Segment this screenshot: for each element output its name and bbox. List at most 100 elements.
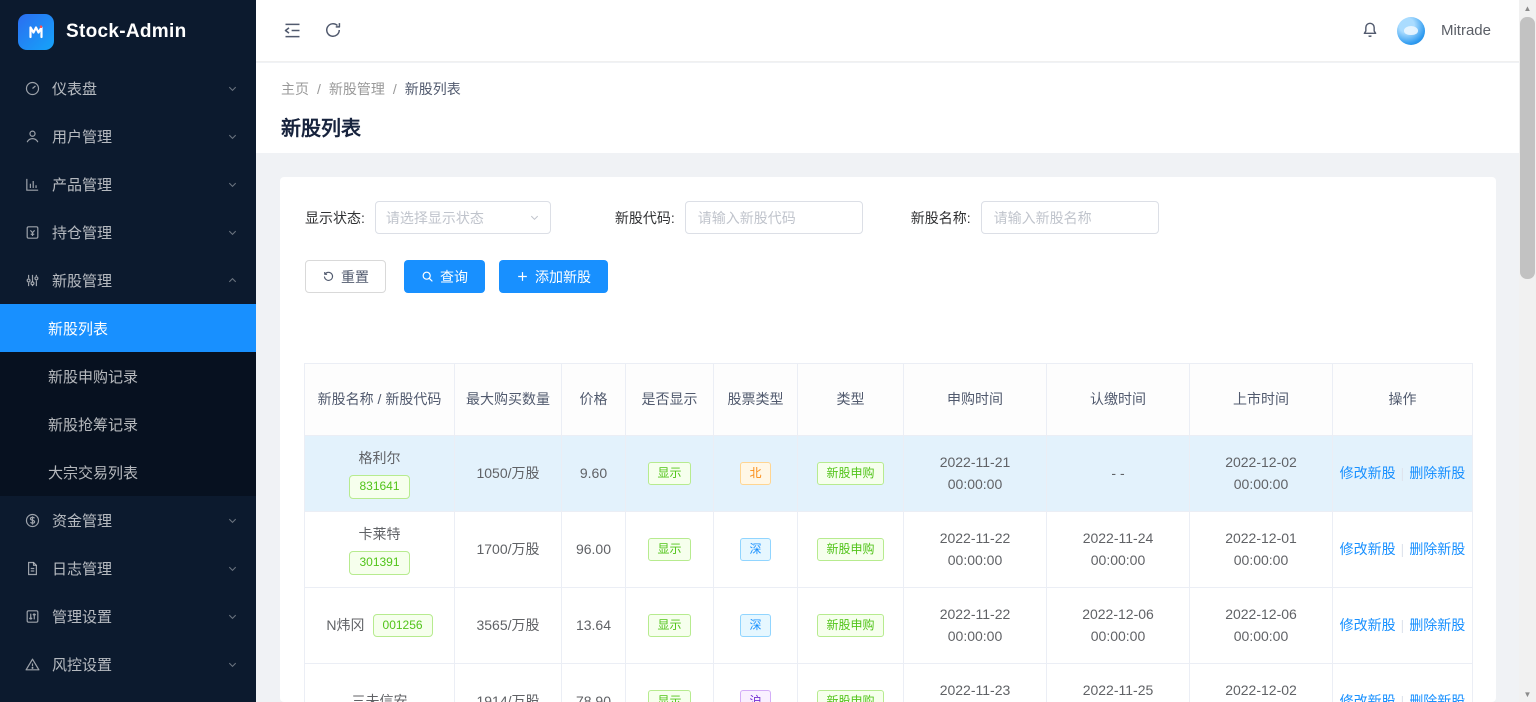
breadcrumb: 主页 / 新股管理 / 新股列表 xyxy=(281,63,1519,99)
sidebar-item-label: 持仓管理 xyxy=(52,222,227,243)
pay-time-cell: 2022-11-2400:00:00 xyxy=(1047,512,1190,588)
scroll-down-arrow-icon[interactable]: ▼ xyxy=(1519,686,1536,702)
sidebar-subitem-new-stock-list[interactable]: 新股列表 xyxy=(0,304,256,352)
apply-time-cell: 2022-11-2200:00:00 xyxy=(904,588,1047,664)
top-bar: Mitrade xyxy=(256,0,1519,62)
breadcrumb-separator: / xyxy=(317,81,321,97)
type-tag: 新股申购 xyxy=(817,462,883,486)
actions-cell: 修改新股 |删除新股 xyxy=(1333,512,1473,588)
scroll-up-arrow-icon[interactable]: ▲ xyxy=(1519,0,1536,16)
type-tag: 新股申购 xyxy=(817,614,883,638)
sidebar-item-positions[interactable]: 持仓管理 xyxy=(0,208,256,256)
sidebar-item-products[interactable]: 产品管理 xyxy=(0,160,256,208)
sidebar-subitem-subscribe-records[interactable]: 新股申购记录 xyxy=(0,352,256,400)
sidebar-item-label: 新股管理 xyxy=(52,270,227,291)
status-select[interactable]: 请选择显示状态 xyxy=(375,201,551,234)
sidebar-item-label: 用户管理 xyxy=(52,126,227,147)
price-cell: 96.00 xyxy=(562,512,626,588)
sidebar-item-label: 产品管理 xyxy=(52,174,227,195)
stock-name: 三未信安 xyxy=(352,691,408,702)
pay-time-cell: 2022-12-0600:00:00 xyxy=(1047,588,1190,664)
search-button-label: 查询 xyxy=(440,267,468,287)
link-divider: | xyxy=(1401,541,1405,557)
sidebar-submenu-new-stock: 新股列表 新股申购记录 新股抢筹记录 大宗交易列表 xyxy=(0,304,256,496)
price-cell: 9.60 xyxy=(562,436,626,512)
stock-name: 格利尔 xyxy=(359,448,401,470)
sidebar: Stock-Admin 仪表盘 用户管理 产品管理 持仓管理 新股管理 xyxy=(0,0,256,702)
edit-stock-link[interactable]: 修改新股 xyxy=(1340,617,1396,633)
stock-name: N炜冈 xyxy=(326,615,364,637)
apply-time-cell: 2022-11-2100:00:00 xyxy=(904,436,1047,512)
sidebar-item-risk-settings[interactable]: 风控设置 xyxy=(0,640,256,688)
link-divider: | xyxy=(1401,617,1405,633)
edit-stock-link[interactable]: 修改新股 xyxy=(1340,465,1396,481)
chevron-down-icon xyxy=(227,563,238,574)
edit-stock-link[interactable]: 修改新股 xyxy=(1340,693,1396,702)
sidebar-subitem-label: 新股申购记录 xyxy=(48,366,138,387)
button-row: 重置 查询 添加新股 xyxy=(280,234,1496,293)
sidebar-subitem-rush-records[interactable]: 新股抢筹记录 xyxy=(0,400,256,448)
max-buy-cell: 1914/万股 xyxy=(455,664,562,702)
name-input[interactable] xyxy=(981,201,1159,234)
sidebar-item-admin-settings[interactable]: 管理设置 xyxy=(0,592,256,640)
sidebar-item-logs[interactable]: 日志管理 xyxy=(0,544,256,592)
max-buy-cell: 1700/万股 xyxy=(455,512,562,588)
col-name-code: 新股名称 / 新股代码 xyxy=(305,364,455,436)
sidebar-item-new-stock[interactable]: 新股管理 xyxy=(0,256,256,304)
sidebar-subitem-label: 新股列表 xyxy=(48,318,108,339)
user-avatar[interactable] xyxy=(1397,17,1425,45)
actions-cell: 修改新股 |删除新股 xyxy=(1333,588,1473,664)
stock-code-badge: 001256 xyxy=(373,614,433,638)
breadcrumb-home[interactable]: 主页 xyxy=(281,79,309,99)
file-text-icon xyxy=(24,560,41,577)
pay-time-cell: - - xyxy=(1047,436,1190,512)
page-title: 新股列表 xyxy=(281,112,1519,141)
table-row: 三未信安 1914/万股 78.90 显示 沪 新股申购 2022-11-230… xyxy=(305,664,1473,702)
edit-stock-link[interactable]: 修改新股 xyxy=(1340,541,1396,557)
app-logo[interactable]: Stock-Admin xyxy=(0,0,256,64)
chevron-down-icon xyxy=(227,83,238,94)
sidebar-item-users[interactable]: 用户管理 xyxy=(0,112,256,160)
delete-stock-link[interactable]: 删除新股 xyxy=(1409,617,1465,633)
market-tag: 深 xyxy=(740,614,770,638)
delete-stock-link[interactable]: 删除新股 xyxy=(1409,541,1465,557)
col-price: 价格 xyxy=(562,364,626,436)
vertical-scrollbar[interactable]: ▲ ▼ xyxy=(1519,0,1536,702)
dashboard-gauge-icon xyxy=(24,80,41,97)
delete-stock-link[interactable]: 删除新股 xyxy=(1409,693,1465,702)
sidebar-subitem-block-trade-list[interactable]: 大宗交易列表 xyxy=(0,448,256,496)
delete-stock-link[interactable]: 删除新股 xyxy=(1409,465,1465,481)
chevron-down-icon xyxy=(227,227,238,238)
reset-button[interactable]: 重置 xyxy=(305,260,386,293)
reset-icon xyxy=(322,270,335,283)
add-new-stock-button[interactable]: 添加新股 xyxy=(499,260,608,293)
code-input[interactable] xyxy=(685,201,863,234)
list-time-cell: 2022-12-0200:00:00 xyxy=(1190,664,1333,702)
refresh-icon[interactable] xyxy=(323,20,344,41)
bell-icon[interactable] xyxy=(1360,20,1381,41)
sidebar-item-funds[interactable]: 资金管理 xyxy=(0,496,256,544)
settings-box-icon xyxy=(24,608,41,625)
app-logo-icon xyxy=(18,14,54,50)
type-tag: 新股申购 xyxy=(817,690,883,702)
actions-cell: 修改新股 |删除新股 xyxy=(1333,436,1473,512)
chevron-down-icon xyxy=(227,611,238,622)
breadcrumb-new-stock[interactable]: 新股管理 xyxy=(329,79,385,99)
link-divider: | xyxy=(1401,465,1405,481)
sidebar-menu: 仪表盘 用户管理 产品管理 持仓管理 新股管理 新股列表 xyxy=(0,64,256,688)
sidebar-subitem-label: 大宗交易列表 xyxy=(48,462,138,483)
content-card: 显示状态: 请选择显示状态 新股代码: 新股名称: 重置 查询 添加新股 xyxy=(280,177,1496,702)
chevron-down-icon xyxy=(227,131,238,142)
col-pay-time: 认缴时间 xyxy=(1047,364,1190,436)
reset-button-label: 重置 xyxy=(341,267,369,287)
bar-chart-icon xyxy=(24,176,41,193)
col-actions: 操作 xyxy=(1333,364,1473,436)
scrollbar-thumb[interactable] xyxy=(1520,17,1535,279)
visible-tag: 显示 xyxy=(648,614,690,638)
col-stock-type: 股票类型 xyxy=(714,364,798,436)
sidebar-item-dashboard[interactable]: 仪表盘 xyxy=(0,64,256,112)
pay-time-cell: 2022-11-2500:00:00 xyxy=(1047,664,1190,702)
menu-fold-icon[interactable] xyxy=(282,20,303,41)
search-button[interactable]: 查询 xyxy=(404,260,485,293)
list-time-cell: 2022-12-0100:00:00 xyxy=(1190,512,1333,588)
